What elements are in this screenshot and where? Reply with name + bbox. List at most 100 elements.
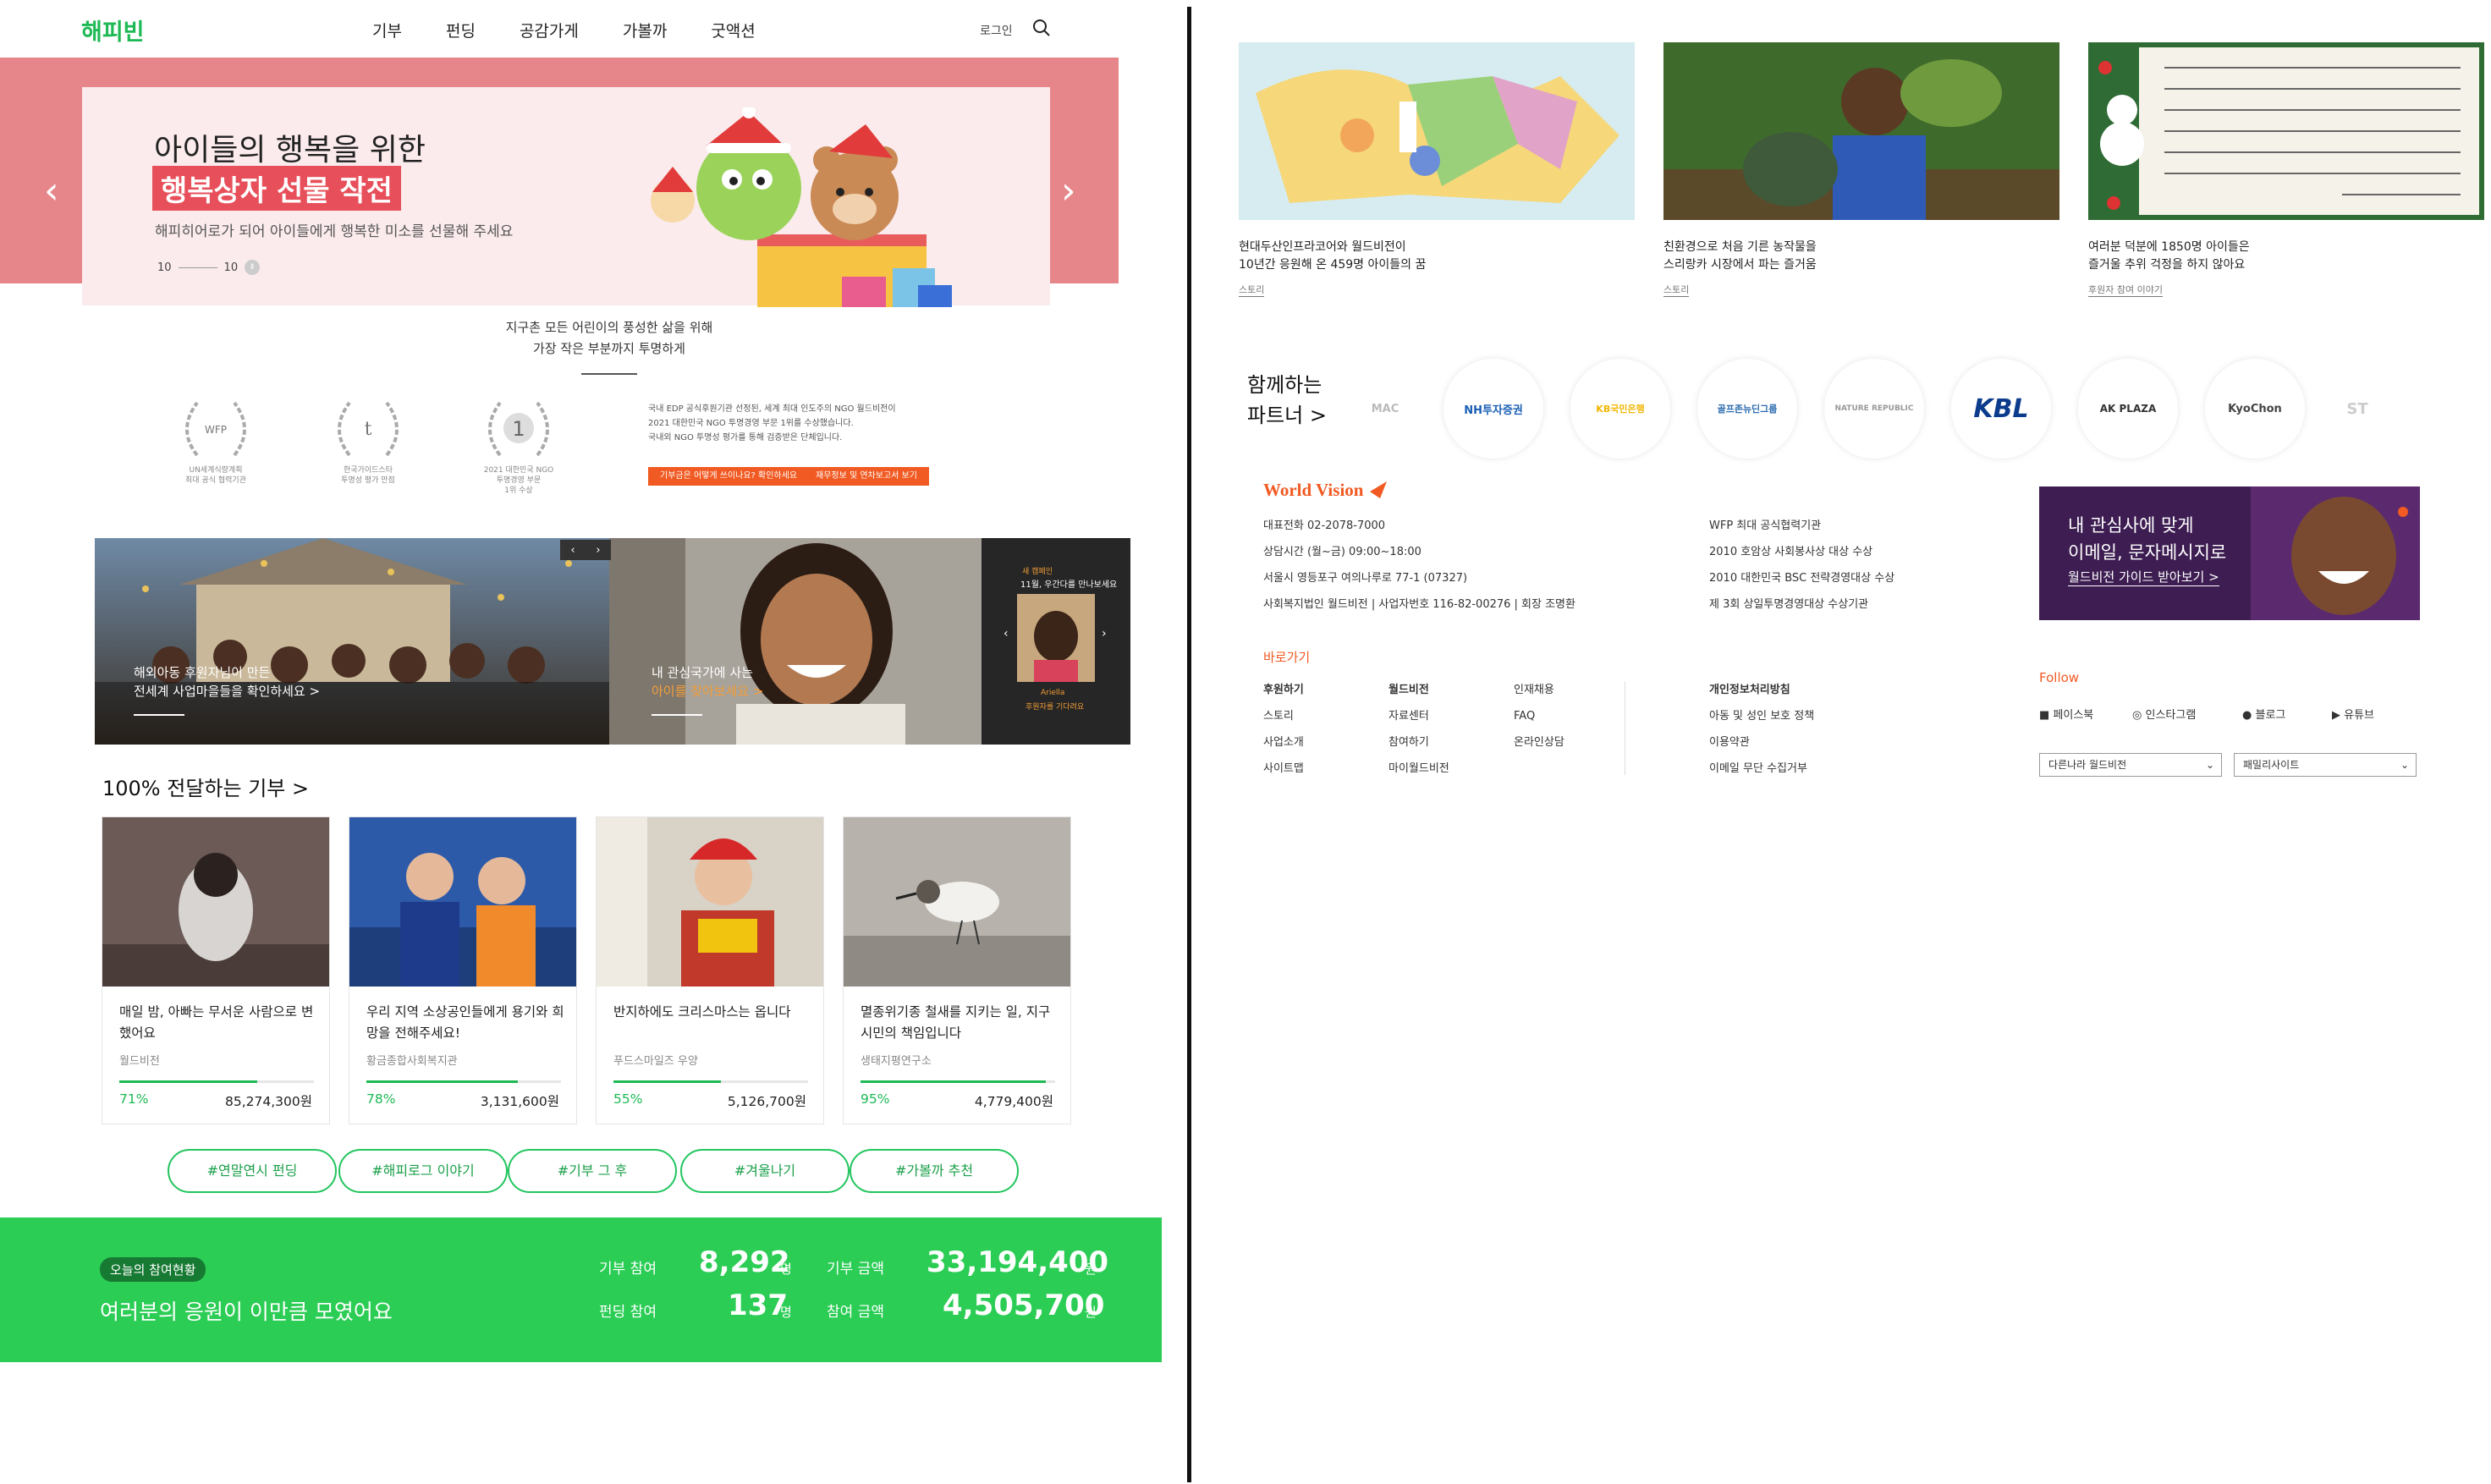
partner-logo[interactable]: ST <box>2332 359 2383 459</box>
tag-winter[interactable]: #겨울나기 <box>680 1149 850 1193</box>
handwritten-letter-image <box>2088 42 2484 220</box>
partner-logo[interactable]: NATURE REPUBLIC <box>1824 359 1924 459</box>
family-site-select[interactable]: 패밀리사이트 ⌄ <box>2234 753 2417 777</box>
footer-link[interactable]: 온라인상담 <box>1514 729 1564 756</box>
tag-year-end-funding[interactable]: #연말연시 펀딩 <box>168 1149 337 1193</box>
story-category[interactable]: 스토리 <box>1239 283 1265 297</box>
footer-link[interactable]: 사업소개 <box>1263 729 1304 756</box>
contact-info: 대표전화 02-2078-7000 상담시간 (월~금) 09:00~18:00… <box>1263 513 1575 618</box>
card-title: 반지하에도 크리스마스는 옵니다 <box>613 1004 791 1020</box>
wfp-description: 국내 EDP 공식후원기관 선정된, 세계 최대 인도주의 NGO 월드비전이 … <box>648 402 944 445</box>
wfp-text-line: 국내 EDP 공식후원기관 선정된, 세계 최대 인도주의 NGO 월드비전이 <box>648 404 896 414</box>
fund-count: 137 <box>728 1289 788 1322</box>
select-value: 패밀리사이트 <box>2243 759 2300 771</box>
hero-next-arrow[interactable]: › <box>1061 169 1076 212</box>
story-title: 여러분 덕분에 1850명 아이들은 즐거울 추위 걱정을 하지 않아요 <box>2088 239 2484 274</box>
footer-link[interactable]: 아동 및 성인 보호 정책 <box>1709 703 1814 729</box>
select-value: 다른나라 월드비전 <box>2048 759 2127 771</box>
footer-link[interactable]: 스토리 <box>1263 703 1304 729</box>
card-progress-fill <box>861 1080 1046 1083</box>
nav-item-funding[interactable]: 펀딩 <box>446 19 476 41</box>
story-card[interactable]: 현대두산인프라코어와 월드비전이 10년간 응원해 온 459명 아이들의 꿈 스… <box>1239 42 1635 297</box>
nav-item-donate[interactable]: 기부 <box>372 19 402 41</box>
card-progress-fill <box>366 1080 519 1083</box>
story-title-line: 10년간 응원해 온 459명 아이들의 꿈 <box>1239 258 1427 272</box>
footer-link[interactable]: 인재채용 <box>1514 677 1564 703</box>
worldvision-logo[interactable]: World Vision <box>1263 480 1388 501</box>
footer-link[interactable]: FAQ <box>1514 703 1564 729</box>
donation-card[interactable]: 우리 지역 소상공인들에게 용기와 희망을 전해주세요! 황금종합사회복지관 7… <box>349 816 577 1124</box>
footer-link[interactable]: 월드비전 <box>1388 677 1449 703</box>
sns-youtube[interactable]: ▶ 유튜브 <box>2332 706 2374 722</box>
nav-item-goodaction[interactable]: 굿액션 <box>711 19 755 41</box>
promo-sponsor-card[interactable]: 새 캠페인 11월, 우간다를 만나보세요 Ariella 후원자를 기다려요 … <box>982 538 1130 745</box>
search-icon[interactable] <box>1031 18 1052 38</box>
other-country-select[interactable]: 다른나라 월드비전 ⌄ <box>2039 753 2222 777</box>
donation-card[interactable]: 반지하에도 크리스마스는 옵니다 푸드스마일즈 우양 55% 5,126,700… <box>596 816 824 1124</box>
sns-instagram[interactable]: ◎ 인스타그램 <box>2132 706 2196 722</box>
tag-happylog-story[interactable]: #해피로그 이야기 <box>338 1149 508 1193</box>
footer-link[interactable]: 이용약관 <box>1709 729 1814 756</box>
nav-item-store[interactable]: 공감가게 <box>520 19 579 41</box>
promo-prev-icon[interactable]: ‹ <box>570 544 575 557</box>
banner-link[interactable]: 월드비전 가이드 받아보기 > <box>2068 568 2219 586</box>
nav-item-visit[interactable]: 가볼까 <box>623 19 667 41</box>
footer-link[interactable]: 자료센터 <box>1388 703 1449 729</box>
caption-line: 전세계 사업마을들을 확인하세요 > <box>134 684 321 699</box>
sns-label: 페이스북 <box>2053 709 2094 722</box>
newsletter-banner[interactable]: 내 관심사에 맞게 이메일, 문자메시지로 월드비전 가이드 받아보기 > <box>2039 486 2420 620</box>
card-percent: 55% <box>613 1091 643 1107</box>
promo-village-banner[interactable]: 해외아동 후원자님이 만든 전세계 사업마을들을 확인하세요 > <box>95 538 609 745</box>
promo-country-banner[interactable]: 내 관심국가에 사는 아이를 찾아보세요 > <box>609 538 982 745</box>
footer-link[interactable]: 사이트맵 <box>1263 756 1304 782</box>
footer-link[interactable]: 마이월드비전 <box>1388 756 1449 782</box>
story-category[interactable]: 스토리 <box>1663 283 1690 297</box>
tag-after-donation[interactable]: #기부 그 후 <box>508 1149 677 1193</box>
hero-prev-arrow[interactable]: ‹ <box>44 169 59 212</box>
footer-link[interactable]: 이메일 무단 수집거부 <box>1709 756 1814 782</box>
story-card[interactable]: 친환경으로 처음 기른 농작물을 스리랑카 시장에서 파는 즐거움 스토리 <box>1663 42 2059 297</box>
partner-logo[interactable]: MAC <box>1335 359 1435 459</box>
sns-label: 블로그 <box>2255 709 2286 722</box>
partner-logo[interactable]: AK PLAZA <box>2078 359 2178 459</box>
partners-heading[interactable]: 함께하는 파트너 > <box>1247 370 1327 431</box>
side-prev-icon[interactable]: ‹ <box>1004 627 1009 640</box>
footer-links-col2: 월드비전 자료센터 참여하기 마이월드비전 <box>1388 677 1449 782</box>
story-title-line: 현대두산인프라코어와 월드비전이 <box>1239 240 1406 254</box>
story-map-illustration <box>1239 42 1635 220</box>
footer-links-col4: 개인정보처리방침 아동 및 성인 보호 정책 이용약관 이메일 무단 수집거부 <box>1709 677 1814 782</box>
tag-visit-recommend[interactable]: #가볼까 추천 <box>850 1149 1019 1193</box>
partner-logo[interactable]: KBL <box>1951 359 2051 459</box>
story-card[interactable]: 여러분 덕분에 1850명 아이들은 즐거울 추위 걱정을 하지 않아요 후원자 … <box>2088 42 2484 297</box>
donation-card[interactable]: 멸종위기종 철새를 지키는 일, 지구시민의 책임입니다 생태지평연구소 95%… <box>843 816 1071 1124</box>
follow-title: Follow <box>2039 670 2080 685</box>
login-link[interactable]: 로그인 <box>980 22 1013 39</box>
donation-card[interactable]: 매일 밤, 아빠는 무서운 사람으로 변했어요 월드비전 71% 85,274,… <box>102 816 330 1124</box>
partner-logo[interactable]: KB국민은행 <box>1570 359 1670 459</box>
wreath-icon: WFP <box>185 401 246 457</box>
fund-usage-button[interactable]: 기부금은 어떻게 쓰이나요? 확인하세요 <box>648 467 810 486</box>
section-title[interactable]: 100% 전달하는 기부 > <box>102 772 309 801</box>
partner-logo[interactable]: 골프존뉴딘그룹 <box>1697 359 1797 459</box>
financial-report-button[interactable]: 재무정보 및 연차보고서 보기 <box>804 467 929 486</box>
card-organization: 황금종합사회복지관 <box>366 1055 458 1068</box>
footer-link[interactable]: 후원하기 <box>1263 677 1304 703</box>
promo-next-icon[interactable]: › <box>596 544 600 557</box>
stats-headline: 여러분의 응원이 이만큼 모였어요 <box>100 1300 393 1324</box>
footer-link[interactable]: 개인정보처리방침 <box>1709 677 1814 703</box>
shortcut-title: 바로가기 <box>1263 650 1311 665</box>
stats-badge: 오늘의 참여현황 <box>100 1257 206 1282</box>
footer-link[interactable]: 참여하기 <box>1388 729 1449 756</box>
partner-logo[interactable]: NH투자증권 <box>1443 359 1543 459</box>
participation-stats: 오늘의 참여현황 여러분의 응원이 이만큼 모였어요 기부 참여 8,292 명… <box>0 1217 1162 1362</box>
hero-subtitle: 해피히어로가 되어 아이들에게 행복한 미소를 선물해 주세요 <box>155 223 514 240</box>
svg-text:1: 1 <box>512 417 525 441</box>
happybean-logo[interactable]: 해피빈 <box>81 14 145 47</box>
story-category[interactable]: 후원자 참여 이야기 <box>2088 283 2163 297</box>
sns-facebook[interactable]: ■ 페이스북 <box>2039 706 2093 722</box>
pager-pause-icon[interactable]: Ⅱ <box>245 260 261 275</box>
sns-blog[interactable]: ● 블로그 <box>2242 706 2285 722</box>
partner-logo[interactable]: KyoChon <box>2205 359 2305 459</box>
fund-count-unit: 명 <box>780 1305 792 1320</box>
side-next-icon[interactable]: › <box>1102 627 1107 640</box>
